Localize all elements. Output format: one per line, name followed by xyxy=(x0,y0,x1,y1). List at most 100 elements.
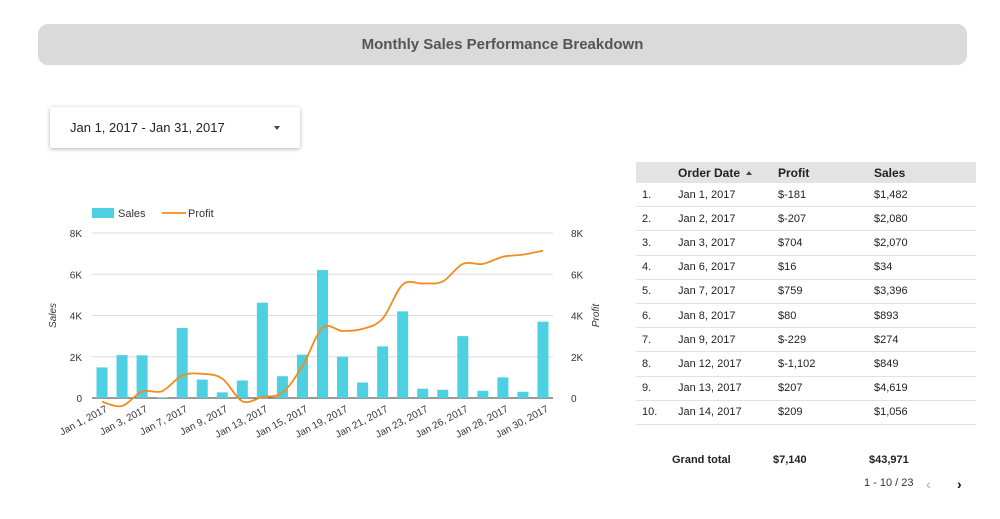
grand-total-profit: $7,140 xyxy=(773,454,807,466)
table-row: 3. Jan 3, 2017 $704 $2,070 xyxy=(636,230,976,256)
table-row: 7. Jan 9, 2017 $-229 $274 xyxy=(636,327,976,353)
row-sales: $893 xyxy=(874,303,976,329)
row-sales: $3,396 xyxy=(874,279,976,304)
row-sales: $4,619 xyxy=(874,376,976,401)
row-profit: $207 xyxy=(778,376,874,401)
chevron-left-icon[interactable]: ‹ xyxy=(926,476,931,492)
row-index: 9. xyxy=(636,376,678,401)
row-order-date: Jan 1, 2017 xyxy=(678,183,778,208)
table-row: 5. Jan 7, 2017 $759 $3,396 xyxy=(636,279,976,304)
legend-profit-label: Profit xyxy=(188,208,214,220)
y-axis-title: Sales xyxy=(48,303,59,328)
sales-column-header[interactable]: Sales xyxy=(874,162,976,183)
row-index: 3. xyxy=(636,230,678,256)
sales-bar xyxy=(377,346,389,398)
row-order-date: Jan 6, 2017 xyxy=(678,255,778,280)
row-index: 7. xyxy=(636,327,678,353)
row-sales: $1,482 xyxy=(874,183,976,208)
table-row: 9. Jan 13, 2017 $207 $4,619 xyxy=(636,376,976,401)
date-range-picker[interactable]: Jan 1, 2017 - Jan 31, 2017 xyxy=(50,107,300,148)
row-index: 6. xyxy=(636,303,678,329)
row-profit: $704 xyxy=(778,230,874,256)
sales-bar xyxy=(397,311,409,398)
row-order-date: Jan 8, 2017 xyxy=(678,303,778,329)
orders-table: Order Date Profit Sales 1. Jan 1, 2017 $-1… xyxy=(636,162,976,425)
table-row: 8. Jan 12, 2017 $-1,102 $849 xyxy=(636,351,976,377)
row-profit: $80 xyxy=(778,303,874,329)
sort-ascending-icon xyxy=(746,171,753,176)
row-sales: $34 xyxy=(874,255,976,280)
row-profit: $16 xyxy=(778,255,874,280)
grand-total-label: Grand total xyxy=(672,454,731,466)
row-sales: $2,080 xyxy=(874,206,976,232)
table-row: 6. Jan 8, 2017 $80 $893 xyxy=(636,303,976,329)
row-order-date: Jan 2, 2017 xyxy=(678,206,778,232)
table-row: 10. Jan 14, 2017 $209 $1,056 xyxy=(636,400,976,425)
row-order-date: Jan 9, 2017 xyxy=(678,327,778,353)
row-sales: $274 xyxy=(874,327,976,353)
row-index: 8. xyxy=(636,351,678,377)
y2-tick-label: 2K xyxy=(571,353,584,364)
row-order-date: Jan 14, 2017 xyxy=(678,400,778,425)
table-row: 1. Jan 1, 2017 $-181 $1,482 xyxy=(636,183,976,208)
sales-bar xyxy=(497,377,509,398)
date-range-value: Jan 1, 2017 - Jan 31, 2017 xyxy=(70,120,225,135)
row-profit: $209 xyxy=(778,400,874,425)
sales-bar xyxy=(196,379,208,398)
sales-bar xyxy=(296,354,308,398)
y-tick-label: 0 xyxy=(76,394,82,405)
page-title: Monthly Sales Performance Breakdown xyxy=(361,36,644,53)
y2-tick-label: 4K xyxy=(571,312,584,323)
row-profit: $-229 xyxy=(778,327,874,353)
row-profit: $-1,102 xyxy=(778,351,874,377)
sales-bar xyxy=(517,391,529,398)
row-profit: $-207 xyxy=(778,206,874,232)
row-order-date: Jan 7, 2017 xyxy=(678,279,778,304)
row-index: 5. xyxy=(636,279,678,304)
sales-bar xyxy=(457,336,469,398)
y2-tick-label: 8K xyxy=(571,229,584,240)
row-order-date: Jan 3, 2017 xyxy=(678,230,778,256)
sales-bar xyxy=(537,321,549,398)
y-tick-label: 4K xyxy=(70,312,83,323)
pagination: 1 - 10 / 23 ‹ › xyxy=(860,476,980,492)
y-tick-label: 6K xyxy=(70,270,83,281)
sales-bar xyxy=(357,382,369,398)
sales-bar xyxy=(216,392,228,398)
order-date-column-header[interactable]: Order Date xyxy=(678,162,778,183)
sales-bar xyxy=(256,302,268,398)
sales-bar xyxy=(417,388,429,398)
row-index: 1. xyxy=(636,183,678,208)
sales-bar xyxy=(337,356,349,398)
sales-profit-combo-chart: 0 02K 2K4K 4K6K 6K8K 8KSales ProfitJan 1, 2017… xyxy=(48,208,600,441)
pagination-range: 1 - 10 / 23 xyxy=(864,477,914,489)
row-sales: $1,056 xyxy=(874,400,976,425)
profit-column-header[interactable]: Profit xyxy=(778,162,874,183)
sales-bar xyxy=(96,367,108,398)
row-sales: $849 xyxy=(874,351,976,377)
row-index: 10. xyxy=(636,400,678,425)
row-order-date: Jan 12, 2017 xyxy=(678,351,778,377)
chevron-right-icon[interactable]: › xyxy=(957,476,962,492)
row-profit: $-181 xyxy=(778,183,874,208)
y-tick-label: 8K xyxy=(70,229,83,240)
caret-down-icon xyxy=(274,125,280,130)
y-tick-label: 2K xyxy=(70,353,83,364)
y2-axis-title: Profit xyxy=(591,303,600,328)
legend-sales-label: Sales xyxy=(118,208,146,220)
row-profit: $759 xyxy=(778,279,874,304)
index-column-header xyxy=(636,162,678,183)
sales-bar xyxy=(176,327,188,398)
sales-bar xyxy=(156,397,168,398)
table-header-row: Order Date Profit Sales xyxy=(636,162,976,183)
grand-total-sales: $43,971 xyxy=(869,454,909,466)
row-index: 2. xyxy=(636,206,678,232)
sales-bar xyxy=(477,390,489,398)
legend-sales-swatch xyxy=(92,208,114,218)
row-sales: $2,070 xyxy=(874,230,976,256)
sales-bar xyxy=(116,355,128,398)
y2-tick-label: 6K xyxy=(571,270,584,281)
sales-bar xyxy=(437,389,449,398)
row-index: 4. xyxy=(636,255,678,280)
table-row: 4. Jan 6, 2017 $16 $34 xyxy=(636,255,976,280)
